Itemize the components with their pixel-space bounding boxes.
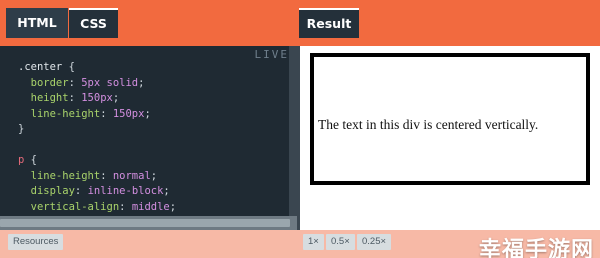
editor-vertical-scrollbar[interactable] xyxy=(289,46,297,216)
tab-result[interactable]: Result xyxy=(299,8,359,38)
code-block[interactable]: .center { border: 5px solid; height: 150… xyxy=(18,60,176,230)
code-token: : xyxy=(68,92,82,104)
code-token: vertical-align xyxy=(18,200,120,213)
code-token: : xyxy=(119,200,132,213)
code-token: p xyxy=(18,154,31,166)
code-token: ; xyxy=(144,107,151,120)
centered-div: The text in this div is centered vertica… xyxy=(310,53,590,185)
code-line: p { xyxy=(18,153,176,169)
code-token: ; xyxy=(169,200,177,213)
code-token: 150px xyxy=(112,107,145,120)
tab-css[interactable]: CSS xyxy=(69,8,118,38)
code-token: middle xyxy=(131,200,170,213)
code-token: : xyxy=(100,169,113,182)
code-line: display: inline-block; xyxy=(18,184,176,200)
zoom-0.5x-button[interactable]: 0.5× xyxy=(326,234,355,250)
code-line: line-height: normal; xyxy=(18,169,176,185)
live-indicator: LIVE xyxy=(254,48,289,61)
centered-paragraph: The text in this div is centered vertica… xyxy=(318,117,539,132)
code-token: border xyxy=(18,76,69,89)
code-line: line-height: 150px; xyxy=(18,107,176,123)
code-token: { xyxy=(30,154,37,166)
code-token: line-height xyxy=(18,169,101,182)
code-token: { xyxy=(68,61,75,73)
code-token: ; xyxy=(112,92,120,104)
tab-html[interactable]: HTML xyxy=(6,8,68,38)
code-line: vertical-align: middle; xyxy=(18,200,176,216)
code-token: .center xyxy=(18,61,69,73)
code-token: height xyxy=(18,92,69,104)
top-bar: HTML CSS Result xyxy=(0,0,600,46)
code-line: .center { xyxy=(18,60,176,76)
code-token: line-height xyxy=(18,107,101,120)
code-token: ; xyxy=(163,185,170,197)
code-token: display xyxy=(18,185,75,197)
zoom-1x-button[interactable]: 1× xyxy=(303,234,324,250)
css-editor[interactable]: LIVE .center { border: 5px solid; height… xyxy=(0,46,297,230)
code-line: border: 5px solid; xyxy=(18,76,176,92)
resources-button[interactable]: Resources xyxy=(8,234,64,250)
code-token: ; xyxy=(150,169,158,182)
code-token: inline-block xyxy=(87,185,164,197)
code-line: } xyxy=(18,122,176,138)
code-token: : xyxy=(68,76,82,89)
code-token: : xyxy=(74,185,88,197)
code-line: height: 150px; xyxy=(18,91,176,107)
code-token: normal xyxy=(112,169,151,182)
watermark-logo: 幸福手游网 xyxy=(478,238,594,258)
code-token: 5px solid xyxy=(81,76,139,89)
zoom-0.25x-button[interactable]: 0.25× xyxy=(357,234,392,250)
result-pane: The text in this div is centered vertica… xyxy=(297,46,600,230)
code-token: } xyxy=(18,123,25,135)
code-token: ; xyxy=(138,76,145,89)
code-token: 150px xyxy=(81,92,113,104)
code-token: : xyxy=(100,107,113,120)
scrollbar-thumb[interactable] xyxy=(0,219,290,227)
editor-horizontal-scrollbar[interactable] xyxy=(0,216,297,230)
